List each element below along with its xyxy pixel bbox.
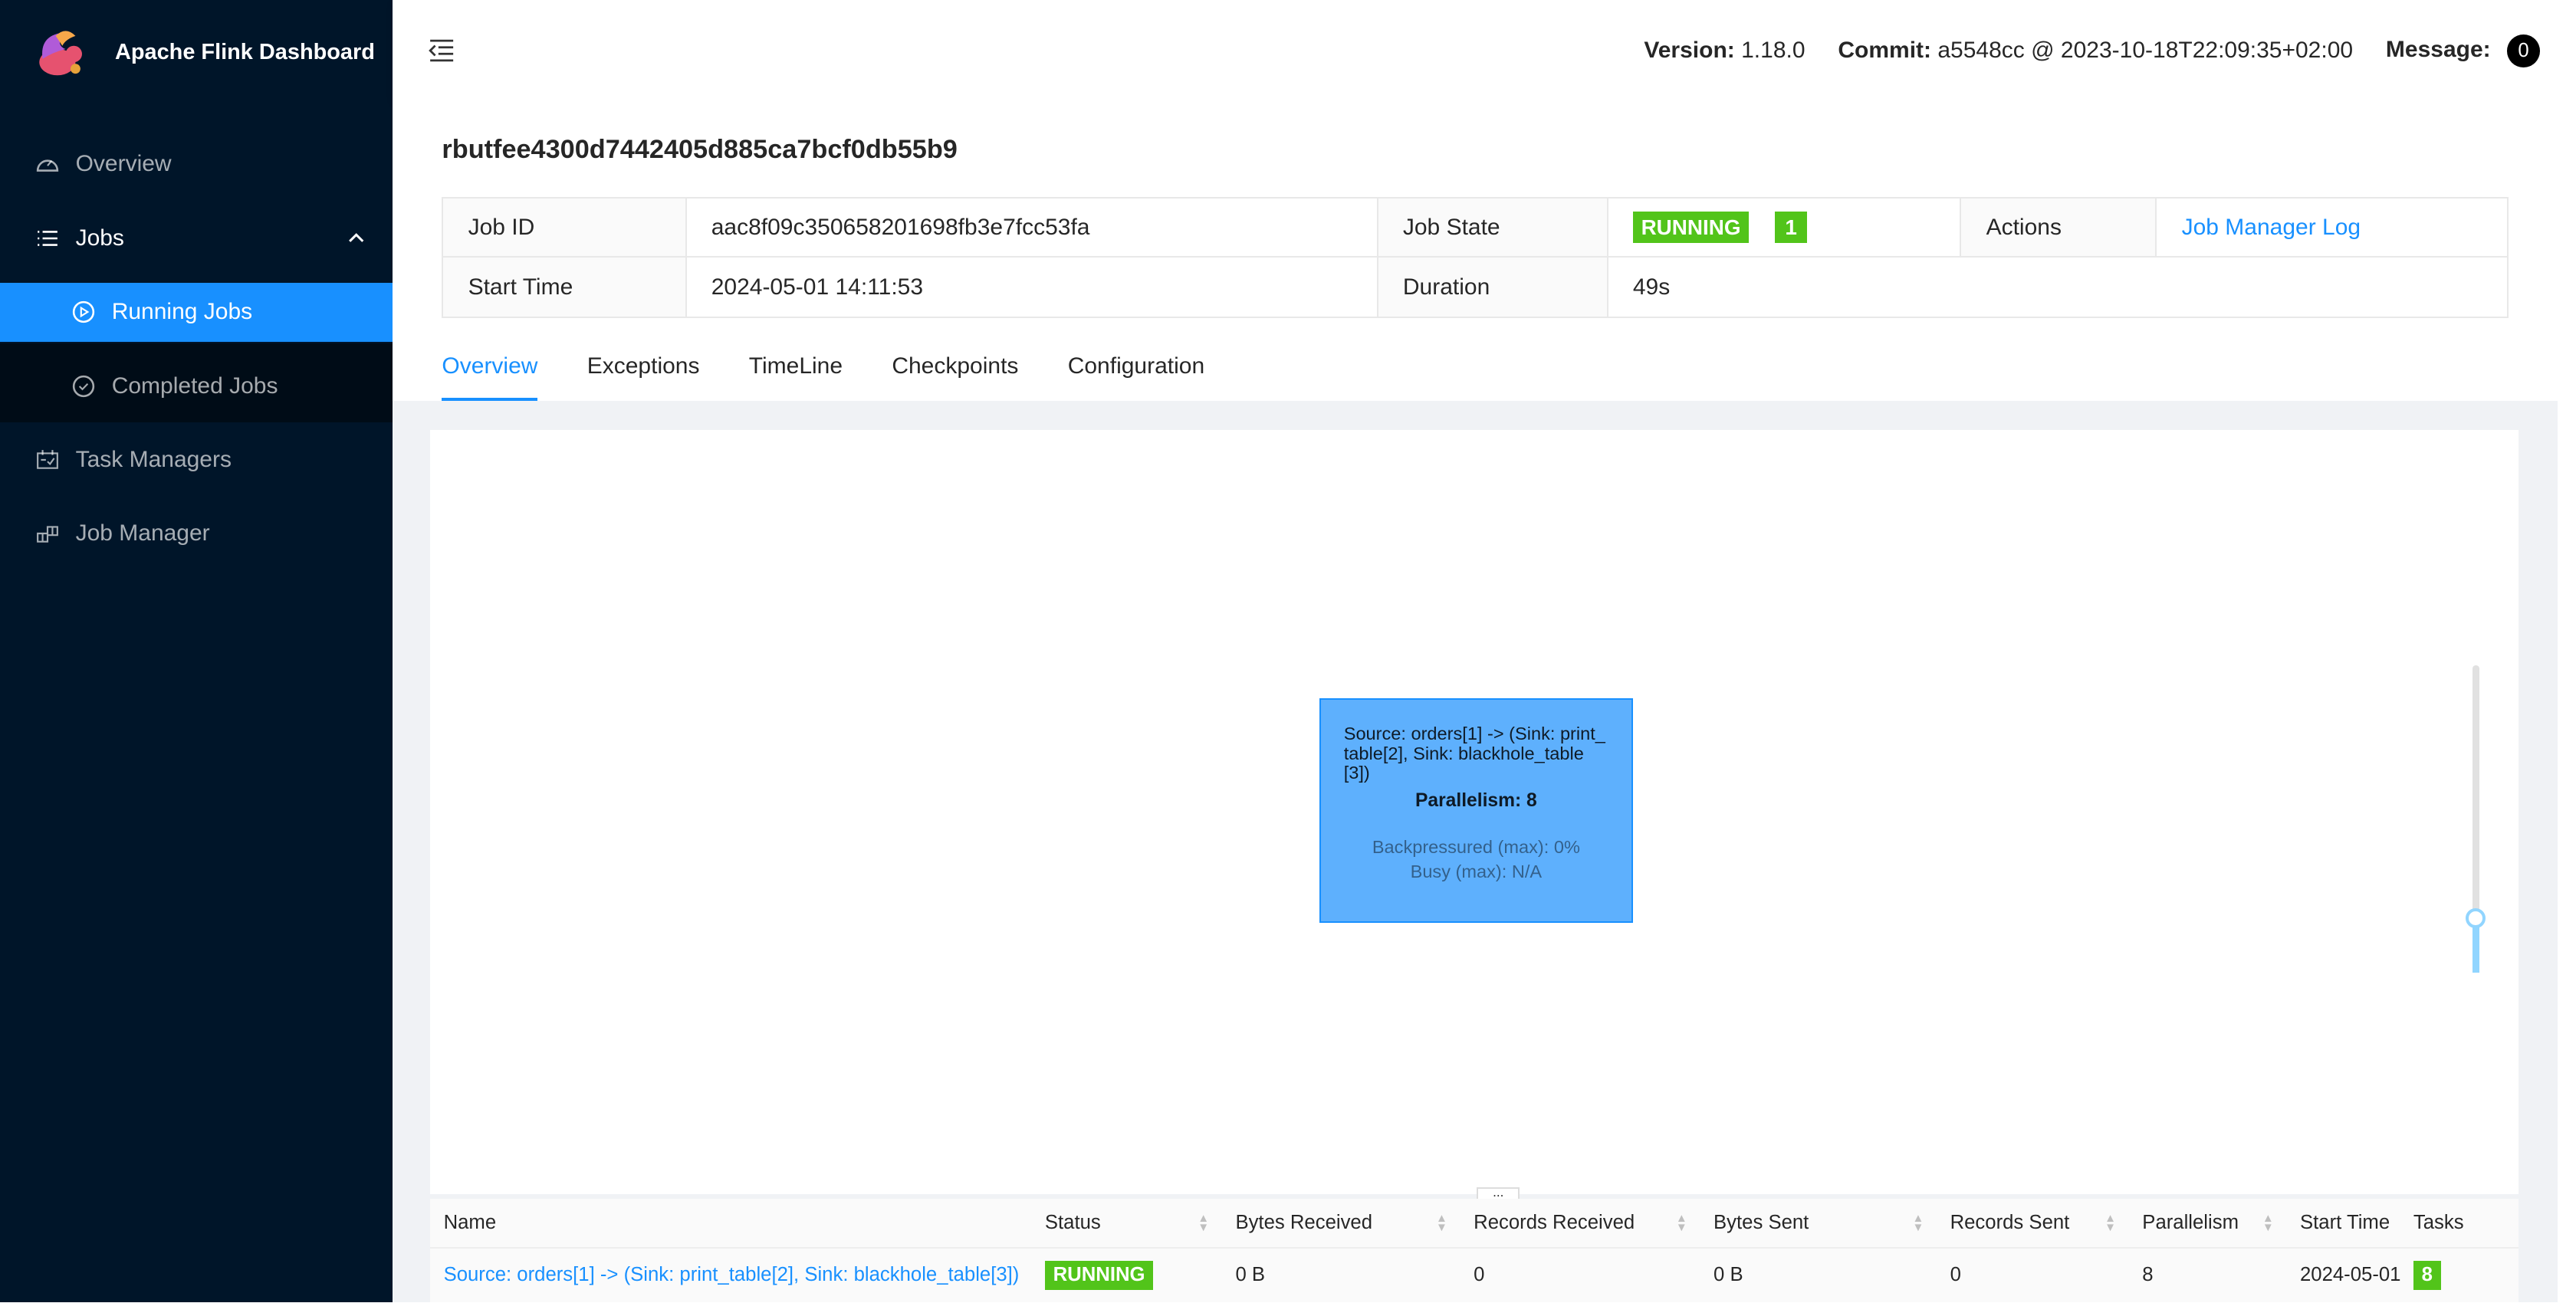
job-id-value: aac8f09c350658201698fb3e7fcc53fa — [686, 199, 1378, 258]
sidebar-item-label: Completed Jobs — [111, 373, 278, 399]
sort-icon[interactable]: ▲ ▼ — [1912, 1213, 1924, 1234]
job-descriptions: Job ID aac8f09c350658201698fb3e7fcc53fa … — [442, 197, 2509, 319]
status-tag: RUNNING — [1044, 1261, 1154, 1290]
job-tabs: Overview Exceptions TimeLine Checkpoints… — [442, 348, 1204, 401]
column-header-parallelism[interactable]: Parallelism ▲ ▼ — [2129, 1199, 2287, 1246]
sidebar-item-job-manager[interactable]: Job Manager — [0, 504, 393, 563]
cell-records-sent: 0 — [1937, 1249, 2129, 1303]
message-count-badge: 0 — [2507, 34, 2540, 67]
column-header-start-time[interactable]: Start Time — [2287, 1199, 2400, 1246]
cell-records-received: 0 — [1460, 1249, 1700, 1303]
sidebar-item-completed-jobs[interactable]: Completed Jobs — [0, 356, 393, 415]
sort-icon[interactable]: ▲ ▼ — [2262, 1213, 2274, 1234]
sidebar-item-label: Overview — [75, 151, 172, 177]
actions-label: Actions — [1961, 199, 2157, 258]
cell-value: 0 B — [1235, 1264, 1266, 1286]
duration-value: 49s — [1632, 274, 1671, 300]
sort-icon[interactable]: ▲ ▼ — [1676, 1213, 1687, 1234]
tab-exceptions[interactable]: Exceptions — [587, 348, 700, 401]
status-tag: 8 — [2413, 1261, 2441, 1290]
header: Version: 1.18.0 Commit: a5548cc @ 2023-1… — [393, 0, 2576, 102]
table-row[interactable]: Source: orders[1] -> (Sink: print_table[… — [430, 1248, 2519, 1303]
sidebar: Apache Flink Dashboard Overview Jobs Run… — [0, 0, 393, 1303]
tab-checkpoints[interactable]: Checkpoints — [892, 348, 1018, 401]
column-header-status[interactable]: Status ▲ ▼ — [1032, 1199, 1223, 1246]
cell-bytes-received: 0 B — [1222, 1249, 1460, 1303]
column-header-name[interactable]: Name — [430, 1199, 1031, 1246]
version-info: Version: 1.18.0 — [1644, 38, 1806, 64]
cell-name[interactable]: Source: orders[1] -> (Sink: print_table[… — [430, 1249, 1031, 1303]
sidebar-item-label: Jobs — [75, 225, 124, 251]
sidebar-item-label: Job Manager — [75, 520, 210, 546]
job-manager-log-link[interactable]: Job Manager Log — [2182, 215, 2361, 241]
schedule-icon — [37, 450, 59, 469]
job-state-value: RUNNING 1 — [1608, 199, 1962, 258]
column-header-bytes-sent[interactable]: Bytes Sent ▲ ▼ — [1700, 1199, 1937, 1246]
table-header: Name Status ▲ ▼ Bytes Received ▲ ▼ Records Rece… — [430, 1199, 2519, 1249]
duration-label: Duration — [1378, 258, 1608, 317]
column-header-tasks[interactable]: Tasks — [2400, 1199, 2496, 1246]
vertex-name-link[interactable]: Source: orders[1] -> (Sink: print_table[… — [444, 1264, 1020, 1286]
node-backpressure: Backpressured (max): 0% — [1372, 836, 1580, 857]
logo[interactable]: Apache Flink Dashboard — [36, 26, 375, 79]
commit-info: Commit: a5548cc @ 2023-10-18T22:09:35+02… — [1838, 38, 2354, 64]
start-time-label: Start Time — [443, 258, 687, 317]
tab-timeline[interactable]: TimeLine — [749, 348, 843, 401]
cell-start-time: 2024-05-01 — [2287, 1249, 2400, 1303]
sidebar-item-label: Task Managers — [75, 447, 232, 472]
sidebar-item-running-jobs[interactable]: Running Jobs — [0, 282, 393, 342]
node-parallelism: Parallelism: 8 — [1414, 789, 1537, 811]
message-info[interactable]: Message: 0 — [2386, 34, 2540, 67]
cell-bytes-sent: 0 B — [1700, 1249, 1937, 1303]
zoom-slider-handle[interactable] — [2466, 908, 2486, 928]
cell-parallelism: 8 — [2129, 1249, 2287, 1303]
list-icon — [38, 230, 58, 246]
sidebar-item-overview[interactable]: Overview — [0, 135, 393, 194]
job-name: rbutfee4300d7442405d885ca7bcf0db55b9 — [442, 134, 958, 164]
sidebar-item-jobs[interactable]: Jobs — [0, 208, 393, 267]
tab-configuration[interactable]: Configuration — [1068, 348, 1204, 401]
job-graph-canvas[interactable]: Source: orders[1] -> (Sink: print_table[… — [430, 430, 2519, 1194]
chevron-up-icon — [349, 233, 364, 243]
actions-value: Job Manager Log — [2157, 199, 2509, 258]
node-name: Source: orders[1] -> (Sink: print_table[… — [1343, 723, 1605, 783]
start-time-value: 2024-05-01 14:11:53 — [687, 258, 1378, 317]
job-header: rbutfee4300d7442405d885ca7bcf0db55b9 Job… — [393, 101, 2558, 401]
sort-icon[interactable]: ▲ ▼ — [2104, 1213, 2116, 1234]
sort-icon[interactable]: ▲ ▼ — [1436, 1213, 1447, 1234]
cell-value: 0 — [1474, 1264, 1485, 1286]
cell-value: 8 — [2142, 1264, 2154, 1286]
menu-fold-icon[interactable] — [429, 39, 455, 62]
play-circle-icon — [73, 300, 95, 323]
cell-value: 0 B — [1714, 1264, 1743, 1286]
graph-node[interactable]: Source: orders[1] -> (Sink: print_table[… — [1319, 697, 1634, 924]
column-header-records-received[interactable]: Records Received ▲ ▼ — [1460, 1199, 1700, 1246]
sidebar-item-label: Running Jobs — [111, 299, 253, 325]
flink-squirrel-logo-icon — [39, 31, 83, 76]
cell-status: RUNNING — [1032, 1249, 1223, 1303]
column-header-records-sent[interactable]: Records Sent ▲ ▼ — [1937, 1199, 2129, 1246]
build-icon — [37, 526, 59, 543]
cell-tasks: 8 — [2400, 1249, 2496, 1303]
app-title: Apache Flink Dashboard — [114, 40, 375, 65]
job-state-tag: RUNNING — [1632, 212, 1750, 243]
job-state-count: 1 — [1775, 212, 1807, 243]
column-header-bytes-received[interactable]: Bytes Received ▲ ▼ — [1222, 1199, 1460, 1246]
check-circle-icon — [73, 375, 95, 397]
node-busy: Busy (max): N/A — [1410, 861, 1543, 881]
sort-icon[interactable]: ▲ ▼ — [1198, 1213, 1209, 1234]
scrollbar[interactable] — [2558, 101, 2576, 1303]
job-state-label: Job State — [1378, 199, 1608, 258]
cell-value: 0 — [1950, 1264, 1961, 1286]
tab-overview[interactable]: Overview — [442, 348, 538, 401]
zoom-slider[interactable] — [2466, 665, 2486, 973]
job-id-label: Job ID — [443, 199, 687, 258]
dashboard-icon — [36, 159, 59, 172]
cell-value: 2024-05-01 — [2300, 1264, 2400, 1286]
vertex-table: ... Name Status ▲ ▼ Bytes Received ▲ ▼ Records … — [430, 1186, 2519, 1303]
sidebar-item-task-managers[interactable]: Task Managers — [0, 430, 393, 489]
